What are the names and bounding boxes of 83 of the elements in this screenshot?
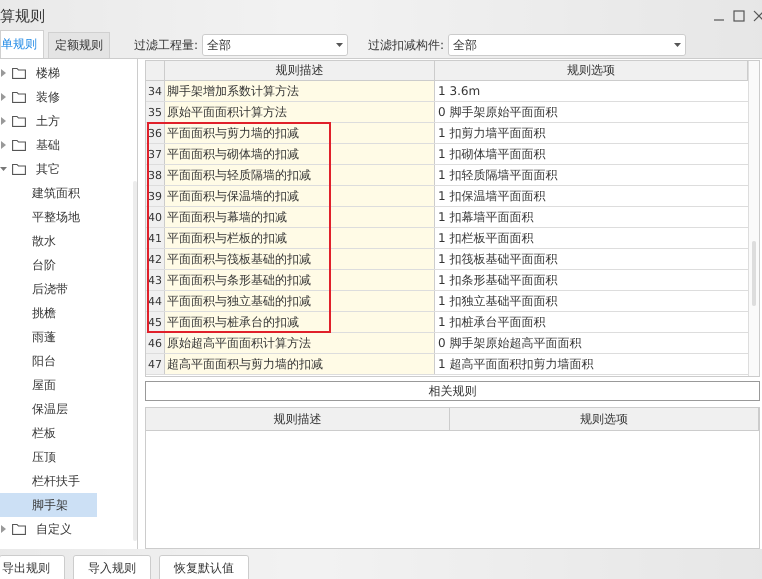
table-cell: 超高平面面积与剪力墙的扣减 — [165, 354, 435, 374]
tree-item[interactable]: 压顶 — [0, 445, 97, 469]
tree-item[interactable]: 栏杆扶手 — [0, 469, 97, 493]
table-cell-text: 1 扣砌体墙平面面积 — [437, 146, 546, 162]
table-cell-text: 1 扣保温墙平面面积 — [437, 188, 546, 204]
table-cell: 平面面积与保温墙的扣减 — [165, 186, 435, 206]
tree-item[interactable]: 散水 — [0, 229, 97, 253]
column-header: 规则选项 — [450, 408, 759, 430]
table-cell: 平面面积与筏板基础的扣减 — [165, 249, 435, 269]
table-cell-text: 1 扣桩承台平面面积 — [437, 314, 546, 330]
table-cell: 原始超高平面面积计算方法 — [165, 333, 435, 353]
row-number: 46 — [146, 333, 165, 353]
action-button[interactable]: 导出规则 — [0, 555, 65, 579]
expand-icon[interactable] — [0, 93, 7, 101]
action-button[interactable]: 恢复默认值 — [159, 555, 249, 579]
close-icon[interactable] — [752, 9, 762, 23]
expand-icon[interactable] — [0, 117, 7, 125]
scrollbar[interactable] — [133, 181, 137, 541]
table-cell: 平面面积与条形基础的扣减 — [165, 270, 435, 290]
table-cell: 平面面积与轻质隔墙的扣减 — [165, 165, 435, 185]
column-header: 规则描述 — [165, 61, 435, 80]
row-number: 34 — [146, 81, 165, 101]
tree-item[interactable]: 土方 — [0, 109, 137, 133]
table-cell-text: 0 脚手架原始平面面积 — [437, 104, 558, 120]
row-number: 35 — [146, 102, 165, 122]
table-cell-text: 1 超高平面面积扣剪力墙面积 — [437, 356, 594, 372]
tree-item[interactable]: 脚手架 — [0, 493, 97, 517]
tab[interactable]: 单规则 — [0, 30, 44, 58]
expand-icon[interactable] — [0, 141, 7, 149]
tree-item[interactable]: 自定义 — [0, 517, 137, 541]
tree-item[interactable]: 挑檐 — [0, 301, 97, 325]
table-cell: 原始平面面积计算方法 — [165, 102, 435, 122]
table-cell-text: 0 脚手架原始超高平面面积 — [437, 334, 582, 352]
table-cell: 平面面积与栏板的扣减 — [165, 228, 435, 248]
filter-label: 过滤扣减构件: — [368, 36, 444, 54]
tree-item[interactable]: 雨蓬 — [0, 325, 97, 349]
tab[interactable]: 定额规则 — [48, 32, 110, 58]
table-cell-text: 1 扣独立基础平面面积 — [437, 292, 558, 310]
window-title: 算规则 — [0, 6, 46, 26]
tree-item[interactable]: 台阶 — [0, 253, 97, 277]
tree-item[interactable]: 其它 — [0, 157, 137, 181]
tree-item[interactable]: 基础 — [0, 133, 137, 157]
folder-icon — [12, 91, 26, 103]
table-cell-text: 1 扣筏板基础平面面积 — [437, 250, 558, 268]
expand-icon[interactable] — [0, 525, 7, 533]
column-header: 规则描述 — [146, 408, 450, 430]
table-cell: 平面面积与剪力墙的扣减 — [165, 123, 435, 143]
folder-icon — [12, 67, 26, 79]
tree-item[interactable]: 建筑面积 — [0, 181, 97, 205]
action-button[interactable]: 导入规则 — [73, 555, 151, 579]
caret-icon — [336, 43, 344, 47]
table-cell-text: 1 扣轻质隔墙平面面积 — [437, 166, 558, 184]
section-header: 相关规则 — [145, 380, 760, 402]
table-cell-text: 1 扣栏板平面面积 — [437, 230, 534, 246]
table-cell-text: 1 扣条形基础平面面积 — [437, 272, 558, 288]
tree-item[interactable]: 保温层 — [0, 397, 97, 421]
table-cell-text: 1 扣剪力墙平面面积 — [437, 124, 546, 142]
tree-item[interactable]: 阳台 — [0, 349, 97, 373]
tree-item[interactable]: 楼梯 — [0, 61, 137, 85]
folder-icon — [12, 115, 26, 127]
folder-icon — [12, 139, 26, 151]
tree-item[interactable]: 栏板 — [0, 421, 97, 445]
collapse-icon[interactable] — [0, 165, 7, 173]
table-cell-text: 1 扣幕墙平面面积 — [437, 208, 534, 226]
filter-label: 过滤工程量: — [134, 36, 198, 54]
folder-icon — [12, 523, 26, 535]
table-cell: 平面面积与独立基础的扣减 — [165, 291, 435, 311]
table-cell: 平面面积与砌体墙的扣减 — [165, 144, 435, 164]
expand-icon[interactable] — [0, 69, 7, 77]
row-number: 47 — [146, 354, 165, 374]
table-cell: 脚手架增加系数计算方法 — [165, 81, 435, 101]
tree-item[interactable]: 屋面 — [0, 373, 97, 397]
table-cell: 平面面积与幕墙的扣减 — [165, 207, 435, 227]
filter-dropdown[interactable]: 全部 — [202, 34, 348, 56]
tree-item[interactable]: 后浇带 — [0, 277, 97, 301]
table-cell: 平面面积与桩承台的扣减 — [165, 312, 435, 332]
table-cell-text: 1 3.6m — [437, 83, 482, 100]
maximize-icon[interactable] — [732, 9, 746, 23]
tree-item[interactable]: 平整场地 — [0, 205, 97, 229]
folder-icon — [12, 163, 26, 175]
caret-icon — [674, 43, 682, 47]
tree-item[interactable]: 装修 — [0, 85, 137, 109]
filter-dropdown[interactable]: 全部 — [448, 34, 686, 56]
